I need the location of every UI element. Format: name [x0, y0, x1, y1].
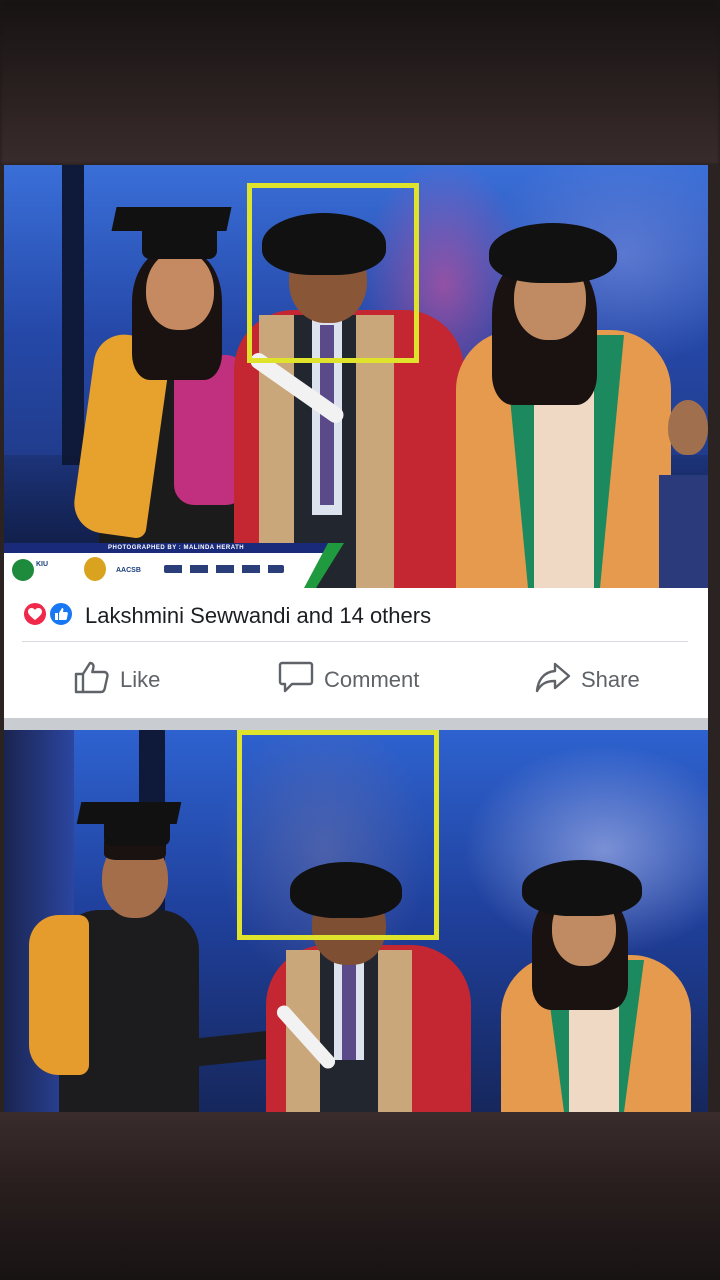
blurred-background-bottom [0, 1112, 720, 1280]
stage-pillar [62, 165, 84, 465]
post-actions: Like Comment Share [4, 642, 708, 718]
like-button[interactable]: Like [74, 642, 160, 718]
reactions-bar[interactable]: Lakshmini Sewwandi and 14 others [4, 588, 708, 641]
kiu-logo-text: KIU [36, 561, 49, 568]
partner-logos [164, 565, 284, 573]
thumbs-up-icon [48, 601, 74, 627]
post-separator [4, 718, 708, 730]
graduation-photo-top[interactable]: PHOTOGRAPHED BY : MALINDA HERATH KIU AAC… [4, 165, 708, 588]
reactions-summary[interactable]: Lakshmini Sewwandi and 14 others [85, 603, 431, 629]
highlight-box-bottom [237, 730, 439, 940]
comment-bubble-icon [278, 660, 324, 700]
like-label: Like [120, 667, 161, 692]
highlight-box-top [247, 183, 419, 363]
facebook-post-card: PHOTOGRAPHED BY : MALINDA HERATH KIU AAC… [4, 165, 708, 1112]
blurred-background-right [708, 165, 720, 1112]
aacsb-logo-text: AACSB [116, 567, 141, 574]
heart-icon [22, 601, 48, 627]
thumbs-up-outline-icon [74, 660, 120, 700]
comment-button[interactable]: Comment [278, 642, 419, 718]
photo-credit-text: PHOTOGRAPHED BY : MALINDA HERATH [108, 545, 245, 551]
kiu-logo-icon [12, 559, 34, 581]
share-label: Share [581, 667, 640, 692]
share-arrow-icon [535, 660, 581, 700]
graduation-photo-bottom[interactable] [4, 730, 708, 1112]
blurred-background-top [0, 0, 720, 165]
share-button[interactable]: Share [535, 642, 640, 718]
crest-icon [84, 557, 106, 581]
comment-label: Comment [324, 667, 420, 692]
